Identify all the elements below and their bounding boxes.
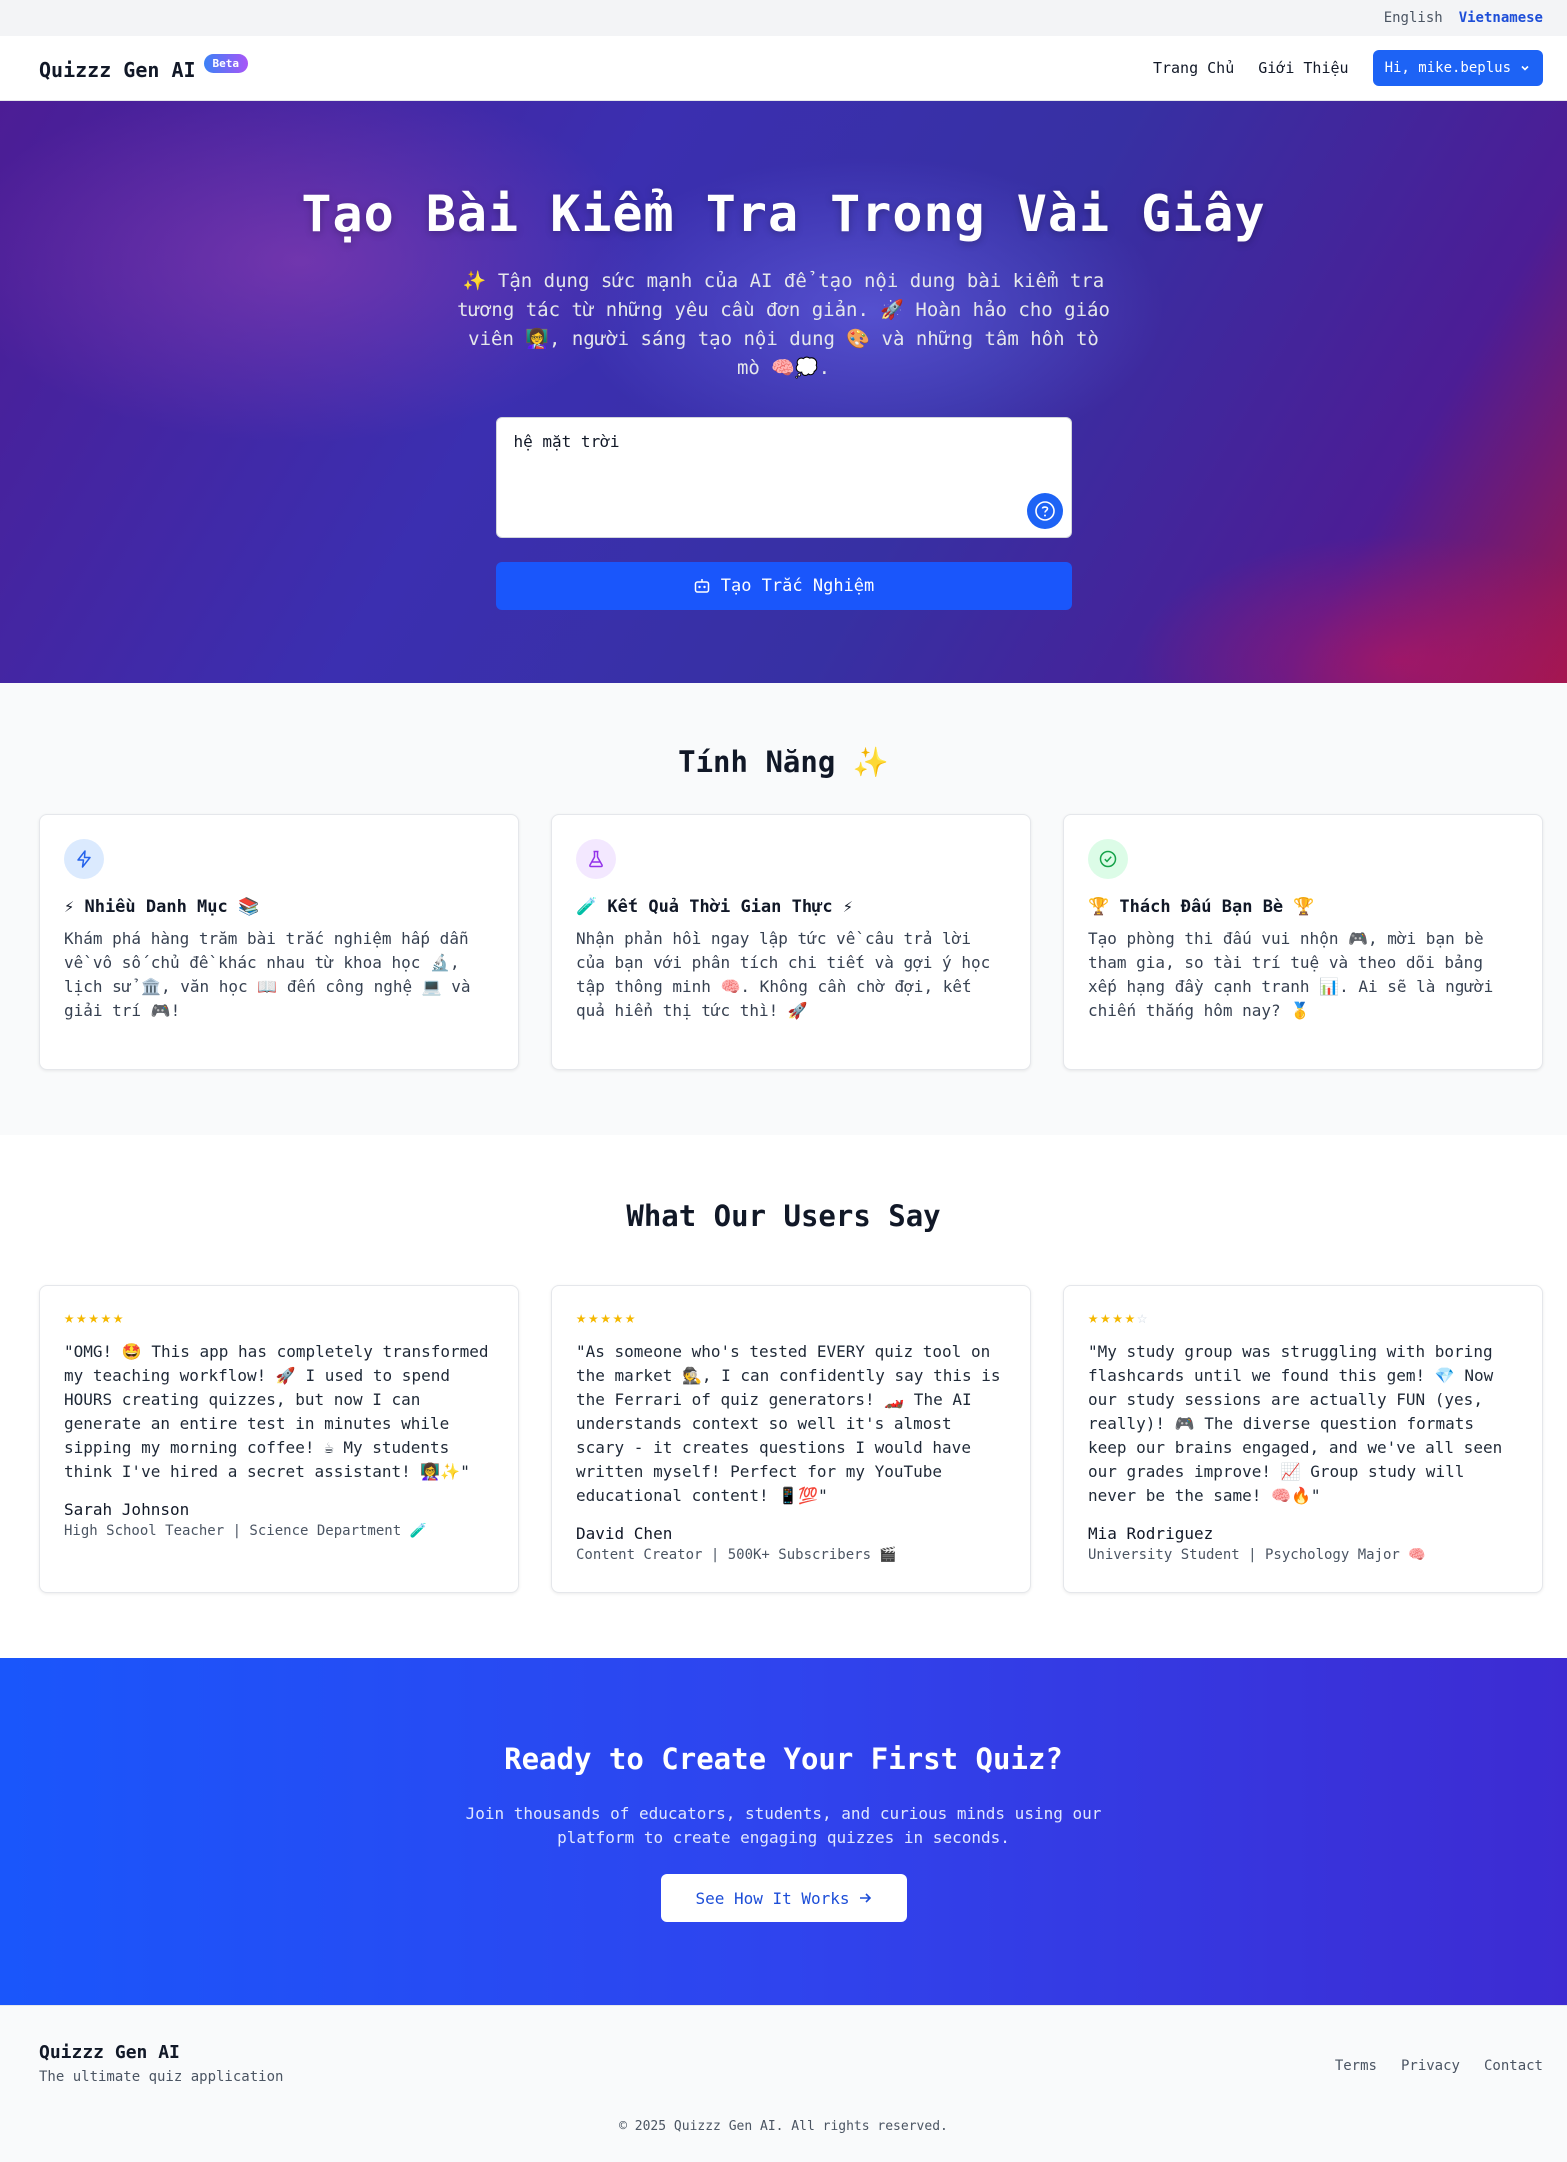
testimonial-role: University Student | Psychology Major 🧠 — [1088, 1547, 1426, 1563]
footer-copyright: © 2025 Quizzz Gen AI. All rights reserve… — [619, 2119, 948, 2134]
quiz-prompt-input[interactable]: hệ mặt trời — [495, 417, 1072, 538]
star-filled-icon: ★ — [1088, 1308, 1099, 1328]
user-menu-button[interactable]: Hi, mike.beplus — [1372, 50, 1543, 86]
feature-cards: ⚡ Nhiều Danh Mục 📚 Khám phá hàng trăm bà… — [39, 814, 1543, 1070]
footer: Quizzz Gen AI The ultimate quiz applicat… — [0, 2005, 1567, 2162]
testimonial-quote: "As someone who's tested EVERY quiz tool… — [576, 1342, 1001, 1505]
feature-title: ⚡ Nhiều Danh Mục 📚 — [64, 897, 260, 917]
footer-link-privacy[interactable]: Privacy — [1401, 2058, 1460, 2074]
feature-description: Khám phá hàng trăm bài trắc nghiệm hấp d… — [64, 929, 471, 1020]
brand[interactable]: Quizzz Gen AI Beta — [39, 54, 249, 82]
cta-title: Ready to Create Your First Quiz? — [504, 1742, 1063, 1776]
testimonial-quote: "OMG! 🤩 This app has completely transfor… — [64, 1342, 489, 1481]
star-filled-icon: ★ — [588, 1308, 599, 1328]
language-vietnamese[interactable]: Vietnamese — [1459, 10, 1543, 26]
star-filled-icon: ★ — [1124, 1308, 1135, 1328]
star-filled-icon: ★ — [600, 1308, 611, 1328]
star-filled-icon: ★ — [1100, 1308, 1111, 1328]
arrow-right-icon — [859, 1893, 871, 1903]
feature-card-realtime: 🧪 Kết Quả Thời Gian Thực ⚡ Nhận phản hồi… — [551, 814, 1031, 1070]
star-filled-icon: ★ — [88, 1308, 99, 1328]
star-rating: ★ ★ ★ ★ ★ — [64, 1308, 494, 1328]
star-empty-icon: ☆ — [1137, 1308, 1148, 1328]
star-rating: ★ ★ ★ ★ ★ — [576, 1308, 1006, 1328]
features-title: Tính Năng ✨ — [678, 745, 889, 779]
testimonial-quote: "My study group was struggling with bori… — [1088, 1342, 1503, 1505]
beta-badge: Beta — [203, 54, 249, 73]
flask-icon — [576, 839, 616, 879]
testimonial-role: Content Creator | 500K+ Subscribers 🎬 — [576, 1547, 897, 1563]
chevron-down-icon — [1521, 65, 1529, 71]
cta-subtitle: Join thousands of educators, students, a… — [465, 1804, 1102, 1847]
footer-links: Terms Privacy Contact — [1335, 2058, 1543, 2074]
star-filled-icon: ★ — [100, 1308, 111, 1328]
star-filled-icon: ★ — [612, 1308, 623, 1328]
hero-section: Tạo Bài Kiểm Tra Trong Vài Giây ✨ Tận dụ… — [0, 101, 1567, 683]
user-menu-label: Hi, mike.beplus — [1384, 60, 1511, 76]
footer-brand: Quizzz Gen AI — [39, 2042, 180, 2063]
star-filled-icon: ★ — [64, 1308, 75, 1328]
footer-tagline: The ultimate quiz application — [39, 2069, 284, 2085]
star-filled-icon: ★ — [76, 1308, 87, 1328]
testimonial-card: ★ ★ ★ ★ ★ "OMG! 🤩 This app has completely tr… — [39, 1285, 519, 1593]
nav-link-home[interactable]: Trang Chủ — [1153, 59, 1234, 77]
star-filled-icon: ★ — [625, 1308, 636, 1328]
testimonials-section: What Our Users Say ★ ★ ★ ★ ★ "OMG! 🤩 This ap… — [0, 1135, 1567, 1658]
star-rating: ★ ★ ★ ★ ☆ — [1088, 1308, 1518, 1328]
feature-title: 🏆 Thách Đấu Bạn Bè 🏆 — [1088, 897, 1315, 917]
footer-link-contact[interactable]: Contact — [1484, 2058, 1543, 2074]
testimonial-card: ★ ★ ★ ★ ★ "As someone who's tested EVERY qui… — [551, 1285, 1031, 1593]
feature-card-categories: ⚡ Nhiều Danh Mục 📚 Khám phá hàng trăm bà… — [39, 814, 519, 1070]
language-english[interactable]: English — [1384, 10, 1443, 26]
testimonial-role: High School Teacher | Science Department… — [64, 1523, 428, 1539]
feature-description: Nhận phản hồi ngay lập tức về câu trả lờ… — [576, 929, 991, 1020]
navbar: Quizzz Gen AI Beta Trang Chủ Giới Thiệu … — [0, 36, 1567, 101]
cta-button-label: See How It Works — [695, 1888, 850, 1908]
testimonial-name: Mia Rodriguez — [1088, 1524, 1214, 1543]
testimonial-name: Sarah Johnson — [64, 1500, 190, 1519]
generate-quiz-button[interactable]: Tạo Trắc Nghiệm — [495, 562, 1072, 610]
testimonial-name: David Chen — [576, 1524, 673, 1543]
nav-links: Trang Chủ Giới Thiệu Hi, mike.beplus — [1153, 50, 1543, 86]
cta-section: Ready to Create Your First Quiz? Join th… — [0, 1658, 1567, 2005]
footer-link-terms[interactable]: Terms — [1335, 2058, 1377, 2074]
nav-link-about[interactable]: Giới Thiệu — [1258, 59, 1348, 77]
features-section: Tính Năng ✨ ⚡ Nhiều Danh Mục 📚 Khám phá … — [0, 683, 1567, 1135]
star-filled-icon: ★ — [113, 1308, 124, 1328]
generate-quiz-label: Tạo Trắc Nghiệm — [720, 576, 875, 596]
testimonial-cards: ★ ★ ★ ★ ★ "OMG! 🤩 This app has completely tr… — [39, 1285, 1543, 1593]
prompt-text: hệ mặt trời — [513, 432, 620, 451]
help-button[interactable] — [1026, 493, 1063, 529]
hero-title: Tạo Bài Kiểm Tra Trong Vài Giây — [301, 185, 1266, 243]
lightning-icon — [64, 839, 104, 879]
feature-title: 🧪 Kết Quả Thời Gian Thực ⚡ — [576, 897, 854, 917]
star-filled-icon: ★ — [576, 1308, 587, 1328]
language-bar: English Vietnamese — [0, 0, 1567, 36]
testimonials-title: What Our Users Say — [626, 1199, 941, 1233]
feature-card-challenge: 🏆 Thách Đấu Bạn Bè 🏆 Tạo phòng thi đấu v… — [1063, 814, 1543, 1070]
testimonial-card: ★ ★ ★ ★ ☆ "My study group was struggling wit… — [1063, 1285, 1543, 1593]
feature-description: Tạo phòng thi đấu vui nhộn 🎮, mời bạn bè… — [1088, 929, 1494, 1020]
star-filled-icon: ★ — [1112, 1308, 1123, 1328]
hero-subtitle: ✨ Tận dụng sức mạnh của AI để tạo nội du… — [457, 270, 1110, 379]
robot-icon — [694, 579, 709, 593]
see-how-it-works-button[interactable]: See How It Works — [660, 1874, 907, 1922]
check-circle-icon — [1088, 839, 1128, 879]
question-icon — [1034, 501, 1055, 521]
brand-name[interactable]: Quizzz Gen AI — [39, 58, 196, 82]
